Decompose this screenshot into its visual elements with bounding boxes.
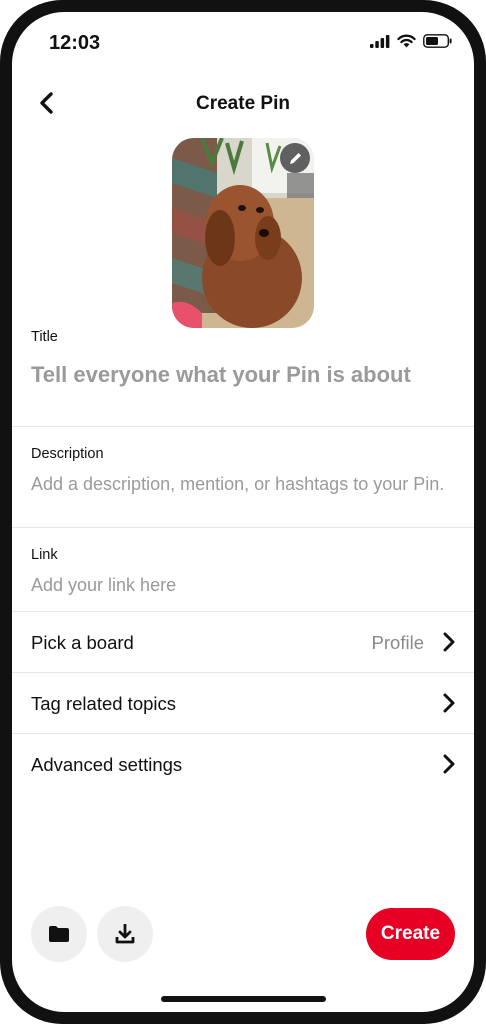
description-label: Description [31, 446, 104, 462]
chevron-right-icon [443, 693, 455, 713]
screen: 12:03 Create Pin Title Tell everyone wha… [12, 12, 474, 1012]
folder-icon [49, 926, 69, 942]
divider [12, 426, 474, 427]
page-title: Create Pin [196, 93, 290, 114]
title-input[interactable]: Tell everyone what your Pin is about [31, 362, 411, 388]
status-time: 12:03 [49, 32, 101, 54]
home-indicator [161, 996, 326, 1002]
pick-board-row[interactable]: Pick a board Profile [12, 612, 474, 672]
advanced-settings-row[interactable]: Advanced settings [12, 734, 474, 794]
folder-button[interactable] [31, 906, 87, 962]
divider [12, 527, 474, 528]
download-icon [115, 924, 135, 944]
link-input[interactable]: Add your link here [31, 574, 176, 597]
edit-image-button[interactable] [280, 143, 310, 173]
title-label: Title [31, 329, 58, 345]
battery-icon [423, 34, 452, 48]
board-value: Profile [371, 632, 424, 653]
advanced-settings-label: Advanced settings [31, 754, 183, 775]
save-to-device-button[interactable] [97, 906, 153, 962]
link-label: Link [31, 547, 58, 563]
wifi-icon [397, 34, 416, 48]
description-input[interactable]: Add a description, mention, or hashtags … [31, 473, 451, 496]
signal-icon [370, 34, 390, 48]
pencil-icon [289, 152, 301, 164]
chevron-right-icon [443, 754, 455, 774]
tag-topics-label: Tag related topics [31, 693, 177, 714]
create-button[interactable]: Create [366, 908, 455, 960]
phone-frame: 12:03 Create Pin Title Tell everyone wha… [0, 0, 486, 1024]
tag-topics-row[interactable]: Tag related topics [12, 673, 474, 733]
status-icons [370, 34, 452, 48]
chevron-right-icon [443, 632, 455, 652]
pick-board-label: Pick a board [31, 632, 134, 653]
